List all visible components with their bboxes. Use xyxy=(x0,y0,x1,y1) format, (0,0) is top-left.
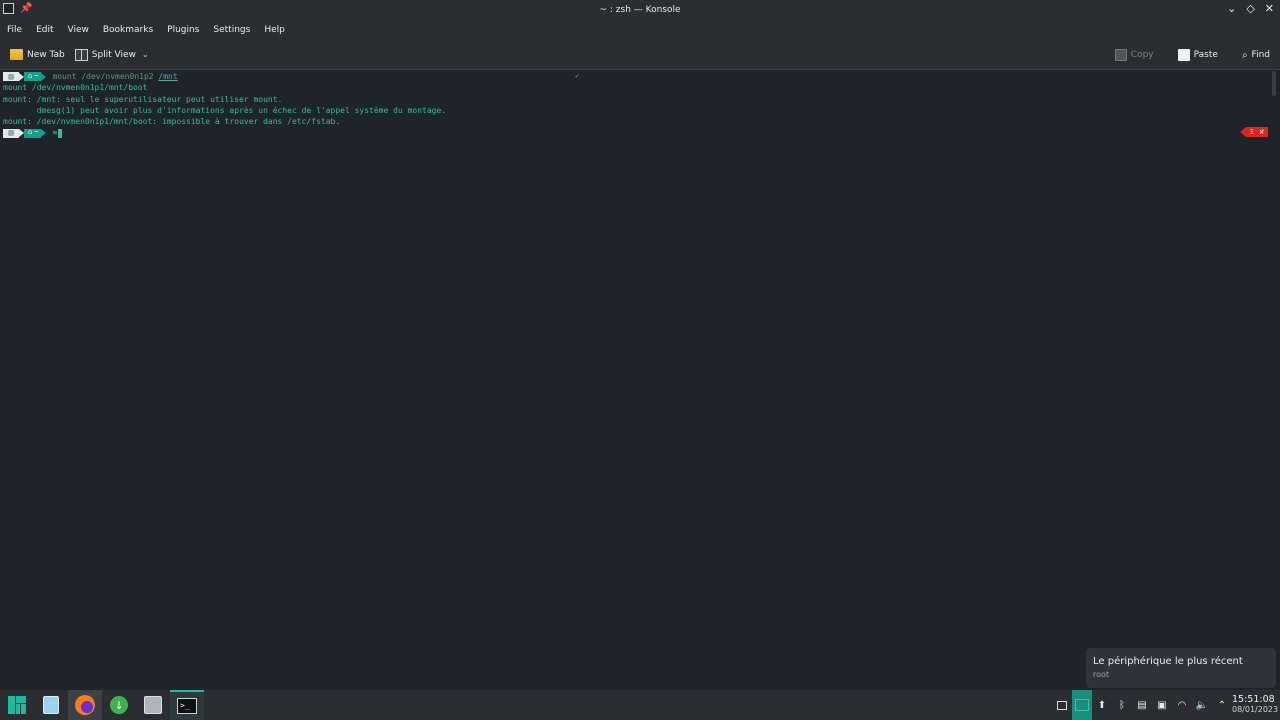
split-view-button[interactable]: Split View ⌄ xyxy=(74,48,149,61)
window-titlebar: 📌 ~ : zsh — Konsole ⌄ ◇ ✕ xyxy=(0,0,1280,19)
error-code: 1 xyxy=(1249,127,1254,136)
copy-icon xyxy=(1114,49,1127,61)
search-icon: ⌕ xyxy=(1241,49,1248,61)
notification-subtitle: root xyxy=(1093,670,1110,679)
menu-settings[interactable]: Settings xyxy=(206,25,257,35)
find-label: Find xyxy=(1251,50,1270,60)
prompt-home-path: ~ xyxy=(34,72,39,80)
taskbar-downloader[interactable]: ↓ xyxy=(102,690,136,720)
prompt-home-segment: ⌂ ~ xyxy=(24,72,42,82)
new-tab-icon xyxy=(10,49,23,60)
close-button[interactable]: ✕ xyxy=(1265,2,1274,15)
clock[interactable]: 15:51:08 08/01/2023 xyxy=(1232,695,1280,715)
clock-date: 08/01/2023 xyxy=(1232,705,1279,714)
minimize-button[interactable]: ⌄ xyxy=(1227,2,1236,15)
paste-label: Paste xyxy=(1193,50,1218,60)
home-icon: ⌂ xyxy=(28,72,33,80)
menu-plugins[interactable]: Plugins xyxy=(160,25,206,35)
prompt-symbol: ≡ xyxy=(52,128,58,138)
taskbar-firefox[interactable] xyxy=(68,690,102,720)
prompt-separator xyxy=(41,129,47,138)
menu-edit[interactable]: Edit xyxy=(29,25,60,35)
application-launcher[interactable] xyxy=(0,690,34,720)
paste-icon xyxy=(1177,49,1190,61)
text-cursor xyxy=(58,128,63,138)
output-line: mount: /mnt: seul le superutilisateur pe… xyxy=(3,94,283,104)
chevron-down-icon[interactable]: ⌄ xyxy=(142,50,149,59)
konsole-app-icon[interactable] xyxy=(3,3,14,14)
find-button[interactable]: ⌕ Find xyxy=(1242,50,1270,61)
notification-title: Le périphérique le plus récent xyxy=(1093,656,1243,667)
error-x-icon: ✘ xyxy=(1259,127,1264,136)
menu-file[interactable]: File xyxy=(7,25,29,35)
manjaro-icon: ▥ xyxy=(3,128,19,138)
disk-utility-icon xyxy=(144,696,162,714)
error-badge-box: 1 ✘ xyxy=(1245,127,1268,138)
volume-icon[interactable]: 🔈 xyxy=(1192,690,1212,720)
split-view-icon xyxy=(74,48,88,61)
pager-icon[interactable] xyxy=(1072,690,1092,720)
prompt-home-segment: ⌂ ~ xyxy=(24,128,42,138)
pin-icon[interactable]: 📌 xyxy=(20,3,32,14)
command-name: mount /dev/nvmen0n1p2 xyxy=(52,72,154,81)
manjaro-icon: ▥ xyxy=(3,72,19,82)
firefox-icon xyxy=(75,695,95,715)
scrollbar-thumb[interactable] xyxy=(1272,71,1276,96)
menu-bookmarks[interactable]: Bookmarks xyxy=(96,25,160,35)
command-argument: /mnt xyxy=(158,72,178,81)
menubar: File Edit View Bookmarks Plugins Setting… xyxy=(0,19,1280,40)
tray-expand-icon[interactable]: ⌃ xyxy=(1212,690,1232,720)
taskbar-disk-utility[interactable] xyxy=(136,690,170,720)
new-tab-button[interactable]: New Tab xyxy=(10,49,65,60)
home-icon: ⌂ xyxy=(28,128,33,137)
copy-button[interactable]: Copy xyxy=(1114,49,1154,61)
maximize-button[interactable]: ◇ xyxy=(1246,2,1254,15)
toolbar: New Tab Split View ⌄ Copy Paste ⌕ Find xyxy=(0,40,1280,70)
clipboard-icon[interactable]: ▤ xyxy=(1132,690,1152,720)
taskbar: ↓ >_ ⬆ ᛒ ▤ ▣ ◠ 🔈 ⌃ 15:51:08 08/01/2023 xyxy=(0,690,1280,720)
show-desktop-icon[interactable] xyxy=(1052,690,1072,720)
terminal-view[interactable]: ▥ ⌂ ~ mount /dev/nvmen0n1p2 /mnt ✓ mount … xyxy=(0,71,1268,689)
paste-button[interactable]: Paste xyxy=(1177,49,1218,61)
window-title: ~ : zsh — Konsole xyxy=(599,4,681,15)
new-tab-label: New Tab xyxy=(27,49,65,60)
bluetooth-icon[interactable]: ᛒ xyxy=(1112,690,1132,720)
command-text: mount /dev/nvmen0n1p2 /mnt xyxy=(52,71,177,82)
taskbar-konsole[interactable]: >_ xyxy=(170,690,204,720)
usb-device-icon[interactable]: ▣ xyxy=(1152,690,1172,720)
manjaro-logo-icon xyxy=(8,696,26,714)
prompt-line: ▥ ⌂ ~ mount /dev/nvmen0n1p2 /mnt ✓ xyxy=(3,71,1268,82)
error-status-badge: 1 ✘ xyxy=(1239,127,1268,138)
split-view-label: Split View xyxy=(91,49,136,60)
update-icon[interactable]: ⬆ xyxy=(1092,690,1112,720)
clock-time: 15:51:08 xyxy=(1232,694,1275,705)
prompt-home-path: ~ xyxy=(34,128,39,137)
file-manager-icon xyxy=(43,696,59,714)
menu-help[interactable]: Help xyxy=(257,25,292,35)
menu-view[interactable]: View xyxy=(61,25,96,35)
terminal-scrollbar[interactable] xyxy=(1268,71,1280,689)
success-check-icon: ✓ xyxy=(575,72,580,80)
prompt-line: ▥ ⌂ ~ ≡ 1 ✘ xyxy=(3,127,1268,138)
device-notification[interactable]: Le périphérique le plus récent root xyxy=(1086,648,1276,688)
output-line: dmesg(1) peut avoir plus d'informations … xyxy=(3,105,447,115)
output-line: mount /dev/nvmen0n1p1/mnt/boot xyxy=(3,83,148,93)
wifi-icon[interactable]: ◠ xyxy=(1172,690,1192,720)
output-line: mount: /dev/nvmen0n1p1/mnt/boot: impossi… xyxy=(3,117,341,127)
system-tray: ⬆ ᛒ ▤ ▣ ◠ 🔈 ⌃ 15:51:08 08/01/2023 xyxy=(1052,690,1280,720)
download-icon: ↓ xyxy=(110,696,128,714)
copy-label: Copy xyxy=(1130,50,1154,60)
taskbar-file-manager[interactable] xyxy=(34,690,68,720)
prompt-separator xyxy=(41,72,47,81)
terminal-icon: >_ xyxy=(177,698,197,714)
